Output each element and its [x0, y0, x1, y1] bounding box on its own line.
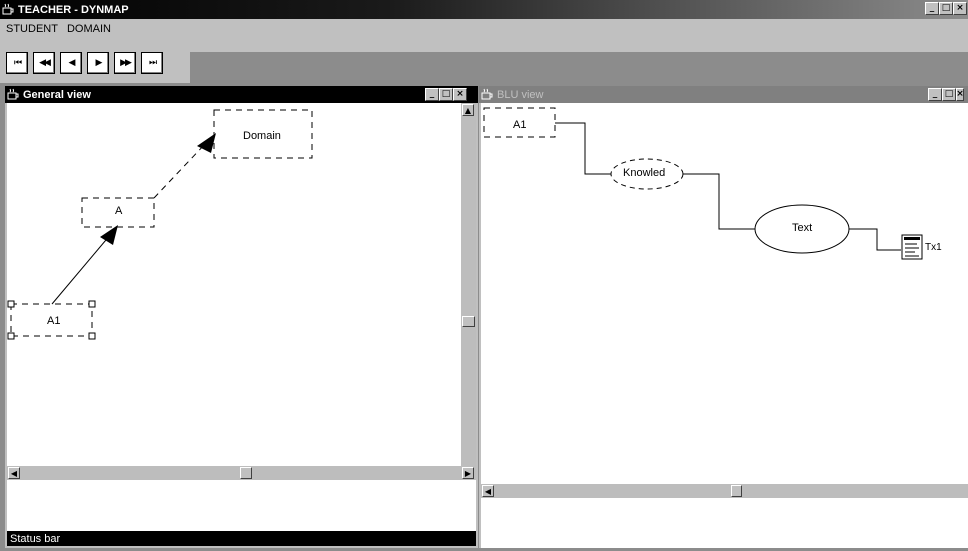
general-view-window: General view _ □ × Domain A A1 ▲ ◀ ▶ Sta…	[5, 86, 478, 548]
play-button[interactable]: ▶	[87, 52, 109, 74]
toolbar-background	[190, 52, 968, 83]
domain-label: Domain	[243, 130, 281, 142]
link-knowledge-to-text	[683, 173, 755, 230]
blu-view-title-bar[interactable]: BLU view _ □ ×	[479, 86, 968, 103]
first-button[interactable]: ⏮	[6, 52, 28, 74]
horizontal-scroll-thumb[interactable]	[240, 467, 252, 479]
minimize-button[interactable]: _	[928, 88, 942, 101]
coffee-cup-icon	[2, 3, 15, 16]
blu-view-canvas[interactable]: A1 Knowled Text Tx1	[481, 103, 968, 484]
blu-view-window: BLU view _ □ × A1 Knowled Text Tx1 ◀	[479, 86, 968, 548]
general-view-horizontal-scrollbar[interactable]: ◀ ▶	[7, 466, 476, 480]
maximize-button[interactable]: □	[942, 88, 956, 101]
app-title-bar: TEACHER - DYNMAP _ □ ×	[0, 0, 968, 19]
tx1-label: Tx1	[925, 242, 942, 253]
general-view-vertical-scrollbar[interactable]: ▲	[461, 103, 476, 466]
menu-bar: STUDENT DOMAIN	[0, 19, 968, 38]
link-text-to-tx1	[849, 228, 901, 251]
back-button[interactable]: ◀	[60, 52, 82, 74]
link-a-to-domain	[153, 142, 207, 199]
close-button[interactable]: ×	[953, 2, 967, 15]
minimize-button[interactable]: _	[925, 2, 939, 15]
menu-student[interactable]: STUDENT	[6, 23, 58, 35]
coffee-cup-icon	[481, 88, 494, 101]
a1-label: A1	[47, 315, 61, 327]
scroll-left-icon[interactable]: ◀	[482, 485, 494, 497]
coffee-cup-icon	[7, 88, 20, 101]
menu-domain[interactable]: DOMAIN	[67, 23, 111, 35]
maximize-button[interactable]: □	[439, 88, 453, 101]
fast-forward-button[interactable]: ▶▶	[114, 52, 136, 74]
document-icon[interactable]	[901, 234, 923, 260]
general-view-info-pane	[7, 480, 476, 531]
blu-a1-label: A1	[513, 119, 527, 131]
close-button[interactable]: ×	[956, 88, 964, 101]
fast-back-button[interactable]: ◀◀	[33, 52, 55, 74]
general-view-title: General view	[23, 88, 91, 101]
general-view-canvas[interactable]: Domain A A1	[7, 103, 461, 466]
toolbar: ⏮ ◀◀ ◀ ▶ ▶▶ ⏭	[0, 38, 968, 83]
vertical-scroll-thumb[interactable]	[462, 316, 475, 327]
a-label: A	[115, 205, 123, 217]
general-view-title-bar[interactable]: General view _ □ ×	[5, 86, 478, 103]
horizontal-scroll-thumb[interactable]	[731, 485, 742, 497]
knowledge-label: Knowled	[623, 167, 666, 179]
close-button[interactable]: ×	[453, 88, 467, 101]
scroll-up-icon[interactable]: ▲	[462, 104, 474, 116]
status-bar: Status bar	[7, 531, 476, 546]
blu-view-title: BLU view	[497, 88, 544, 101]
blu-view-horizontal-scrollbar[interactable]: ◀	[481, 484, 968, 498]
blu-view-info-pane	[481, 498, 968, 548]
maximize-button[interactable]: □	[939, 2, 953, 15]
arrowhead-a	[100, 225, 118, 245]
last-button[interactable]: ⏭	[141, 52, 163, 74]
link-a1-to-a	[51, 233, 112, 305]
link-a1-to-knowledge	[555, 122, 611, 175]
minimize-button[interactable]: _	[425, 88, 439, 101]
text-label: Text	[792, 222, 813, 234]
app-title: TEACHER - DYNMAP	[18, 3, 129, 16]
scroll-right-icon[interactable]: ▶	[462, 467, 474, 479]
scroll-left-icon[interactable]: ◀	[8, 467, 20, 479]
